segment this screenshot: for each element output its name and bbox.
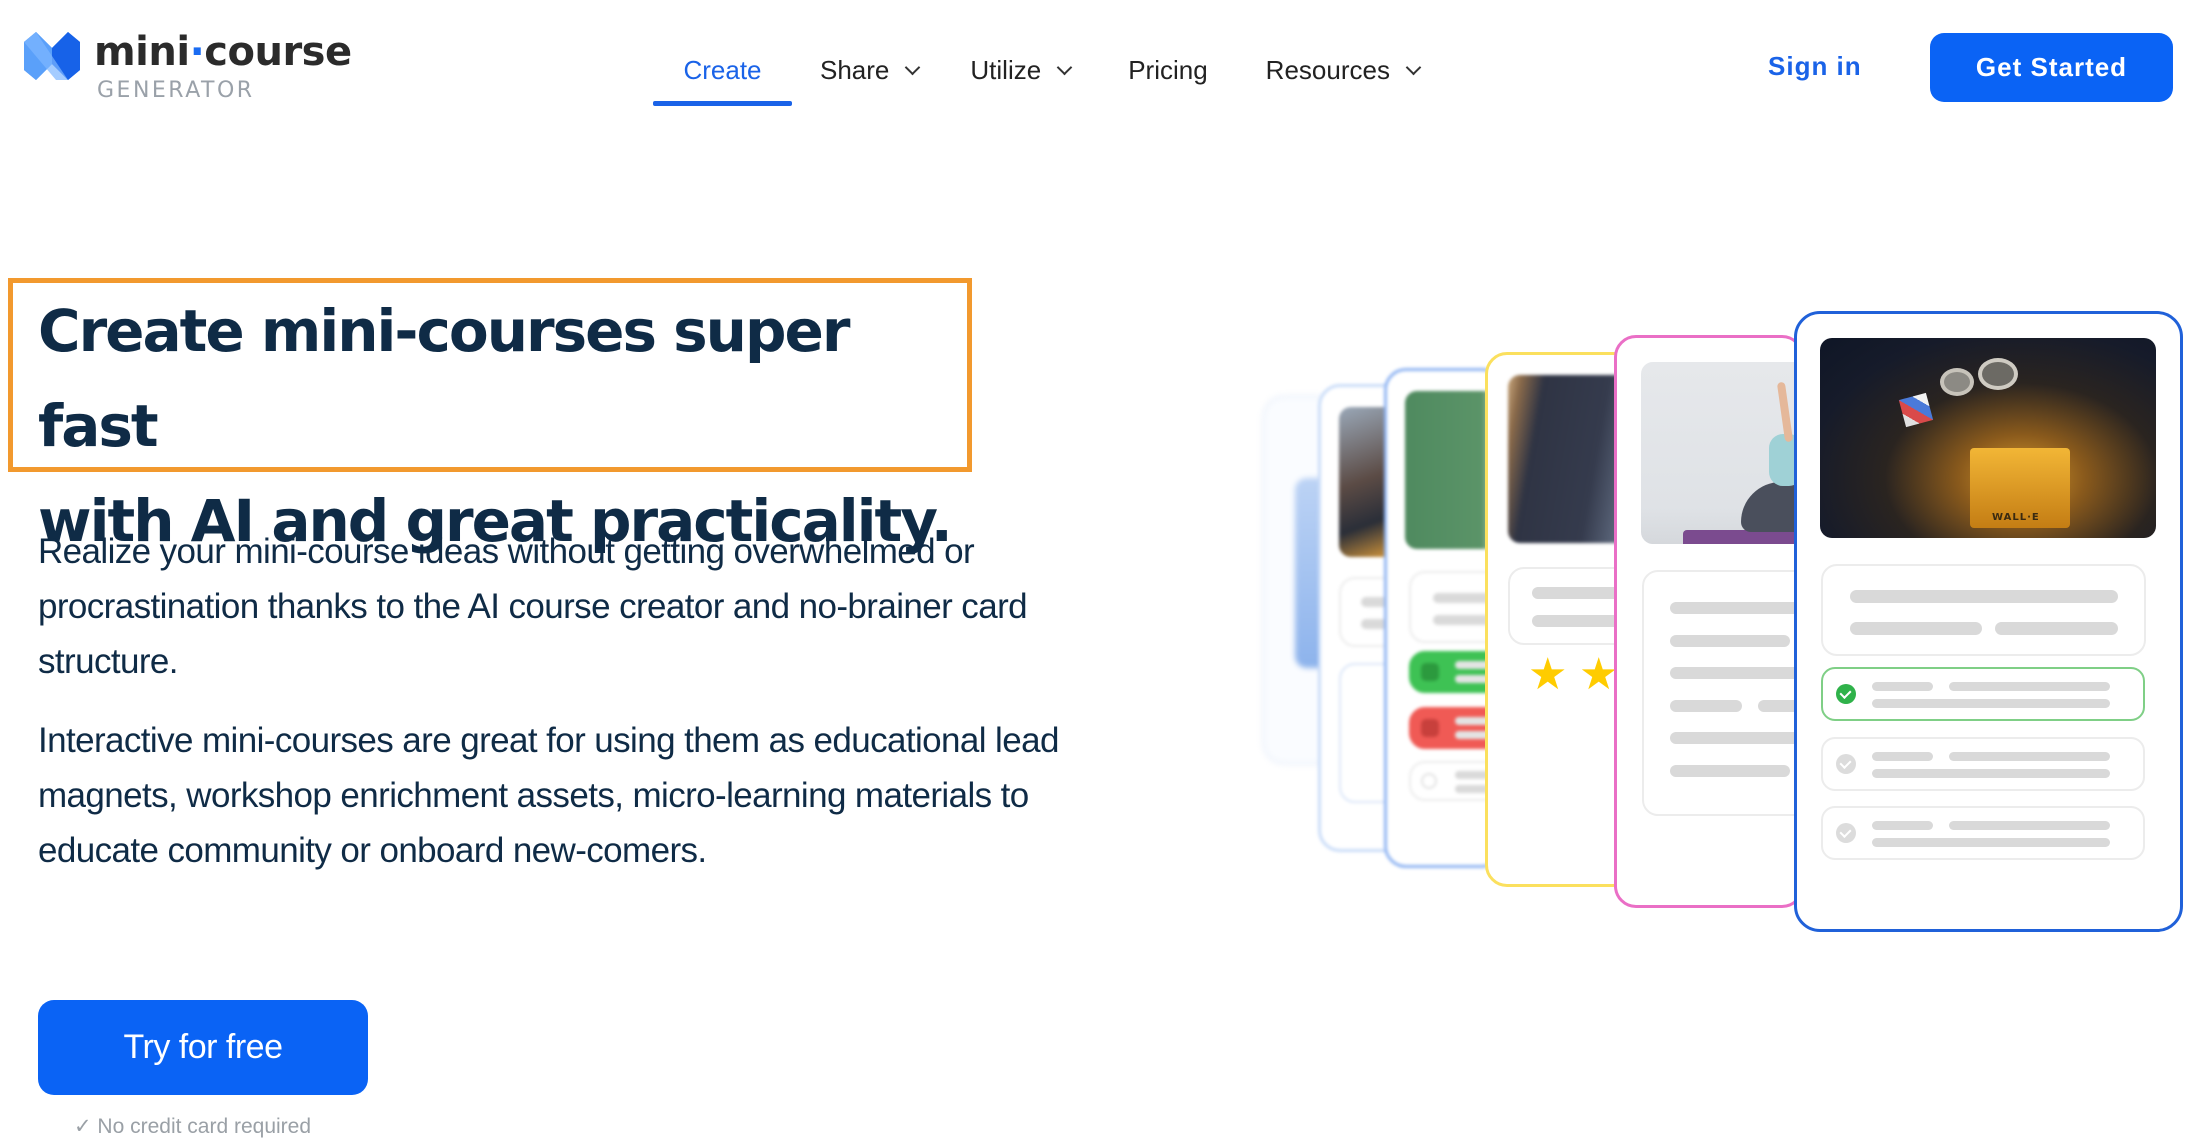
robot-eye-left bbox=[1940, 368, 1974, 396]
star-icon: ★ bbox=[1579, 650, 1619, 699]
check-circle-icon bbox=[1836, 684, 1856, 704]
nav-item-resources[interactable]: Resources bbox=[1265, 38, 1422, 104]
get-started-button[interactable]: Get Started bbox=[1930, 33, 2173, 102]
yoga-mat bbox=[1683, 530, 1801, 544]
course-card-front: WALL·E bbox=[1794, 311, 2183, 932]
correct-marker-icon bbox=[1421, 663, 1439, 681]
hero-paragraph-1: Realize your mini-course ideas without g… bbox=[38, 532, 1028, 681]
course-card-4: ★ ★ bbox=[1485, 352, 1635, 887]
robot-eye-right bbox=[1978, 358, 2018, 390]
robot-cube bbox=[1898, 392, 1934, 428]
robot-caption: WALL·E bbox=[1992, 512, 2040, 523]
brand-dot: · bbox=[189, 29, 205, 75]
nav-item-utilize[interactable]: Utilize bbox=[970, 38, 1073, 104]
star-icon: ★ bbox=[1528, 650, 1568, 699]
try-for-free-button[interactable]: Try for free bbox=[38, 1000, 368, 1095]
sign-in-link[interactable]: Sign in bbox=[1768, 48, 1862, 84]
nav-item-pricing[interactable]: Pricing bbox=[1128, 38, 1207, 104]
chevron-down-icon bbox=[905, 59, 921, 75]
nav-item-create[interactable]: Create bbox=[653, 38, 792, 106]
quiz-option[interactable] bbox=[1821, 737, 2145, 791]
nav-item-share[interactable]: Share bbox=[820, 38, 921, 104]
nav-item-label: Create bbox=[683, 54, 762, 85]
brand-name: mini·course bbox=[94, 29, 352, 75]
chevron-down-icon bbox=[1056, 59, 1073, 75]
nav-item-label: Utilize bbox=[970, 54, 1042, 85]
course-card-5 bbox=[1614, 335, 1804, 908]
nav-item-label: Resources bbox=[1265, 54, 1390, 85]
brand-logo[interactable]: mini·course GENERATOR bbox=[22, 28, 382, 108]
quiz-option[interactable] bbox=[1821, 806, 2145, 860]
radio-icon bbox=[1421, 773, 1437, 789]
nav-item-label: Pricing bbox=[1128, 54, 1208, 85]
incorrect-marker-icon bbox=[1421, 719, 1439, 737]
question-text-block bbox=[1821, 564, 2146, 656]
nav-item-label: Share bbox=[820, 54, 890, 85]
no-credit-card-note: ✓ No credit card required bbox=[74, 1115, 312, 1138]
mini-course-logo-icon bbox=[24, 32, 80, 80]
headline-line-1: Create mini-courses super fast bbox=[38, 297, 850, 460]
wall-e-robot-image: WALL·E bbox=[1820, 338, 2156, 538]
quiz-option-correct[interactable] bbox=[1821, 667, 2145, 721]
main-nav: Create Share Utilize Pricing Resources bbox=[653, 38, 1422, 106]
check-circle-icon bbox=[1836, 823, 1856, 843]
brand-subtitle: GENERATOR bbox=[97, 78, 255, 103]
chevron-down-icon bbox=[1405, 59, 1422, 75]
hero-paragraph-2: Interactive mini-courses are great for u… bbox=[38, 721, 1059, 870]
text-block bbox=[1642, 570, 1801, 816]
yoga-arm bbox=[1776, 381, 1794, 443]
yoga-photo-image bbox=[1641, 362, 1801, 544]
check-circle-icon bbox=[1836, 754, 1856, 774]
